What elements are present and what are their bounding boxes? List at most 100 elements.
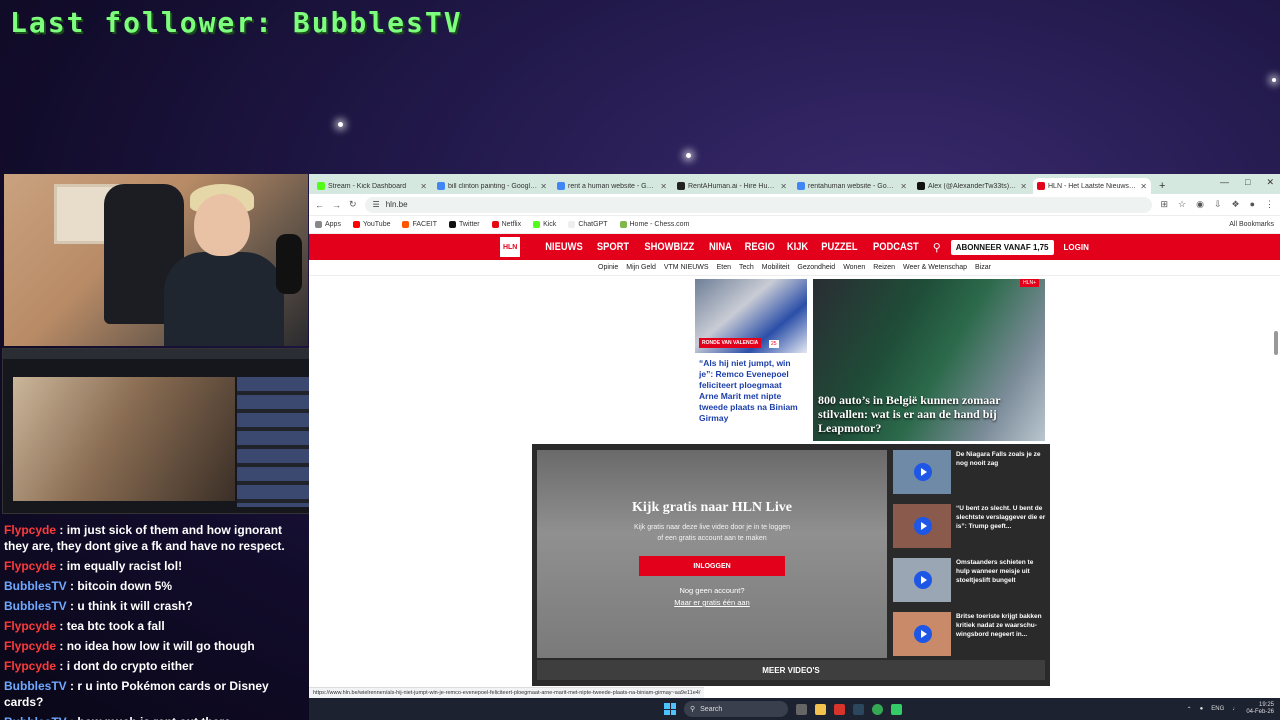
hln-logo[interactable]: HLN	[500, 237, 521, 257]
video-thumbnail[interactable]	[893, 558, 951, 602]
video-list-item[interactable]: “U bent zo slecht. U bent de slechtste v…	[893, 504, 1047, 558]
live-login-button[interactable]: INLOGGEN	[639, 556, 785, 576]
browser-tab[interactable]: HLN - Het Laatste Nieuws - Va ✕	[1033, 178, 1151, 194]
video-title[interactable]: “U bent zo slecht. U bent de slechtste v…	[956, 504, 1047, 558]
register-link[interactable]: Maar er gratis één aan	[537, 598, 887, 607]
language-indicator[interactable]: ENG	[1211, 706, 1224, 712]
bookmark-item[interactable]: Netflix	[491, 221, 521, 228]
search-icon[interactable]: ⚲	[933, 241, 941, 254]
hln-nav-item[interactable]: NIEUWS	[545, 241, 582, 253]
hln-nav-item[interactable]: NINA	[709, 241, 732, 253]
chat-username[interactable]: Flypcyde	[4, 639, 56, 653]
hln-subnav-item[interactable]: Reizen	[873, 264, 895, 271]
close-tab-icon[interactable]: ✕	[1140, 182, 1147, 191]
bookmark-item[interactable]: ChatGPT	[568, 221, 608, 228]
menu-icon[interactable]: ⋮	[1265, 199, 1274, 210]
chat-username[interactable]: BubblesTV	[4, 579, 67, 593]
video-list-item[interactable]: Britse toeriste krijgt bakken kritiek na…	[893, 612, 1047, 666]
video-thumbnail[interactable]	[893, 504, 951, 548]
hln-nav-item[interactable]: REGIO	[744, 241, 774, 253]
hln-subnav-item[interactable]: Wonen	[843, 264, 865, 271]
clock[interactable]: 19:25 04-Feb-26	[1246, 702, 1274, 716]
browser-tab[interactable]: Alex (@AlexanderTw33ts) / X ✕	[913, 178, 1031, 194]
article-card-small[interactable]: RONDE VAN VALENCIA 25 “Als hij niet jump…	[695, 279, 807, 439]
close-tab-icon[interactable]: ✕	[780, 182, 787, 191]
hln-subnav-item[interactable]: Tech	[739, 264, 754, 271]
chat-username[interactable]: Flypcyde	[4, 659, 56, 673]
browser-tab[interactable]: bill clinton painting - Google Se ✕	[433, 178, 551, 194]
login-button[interactable]: LOGIN	[1064, 243, 1089, 252]
bookmark-star-icon[interactable]: ☆	[1178, 199, 1186, 210]
video-thumbnail[interactable]	[893, 450, 951, 494]
more-videos-button[interactable]: MEER VIDEO'S	[537, 660, 1045, 680]
chat-username[interactable]: BubblesTV	[4, 715, 67, 720]
volume-icon[interactable]: ♩	[1232, 706, 1238, 712]
play-icon[interactable]	[914, 625, 932, 643]
maximize-icon[interactable]: □	[1245, 177, 1250, 188]
chat-username[interactable]: BubblesTV	[4, 679, 67, 693]
profile-icon[interactable]: ●	[1250, 199, 1255, 210]
video-title[interactable]: Omstaanders schieten te hulp wanneer mei…	[956, 558, 1047, 612]
hln-subnav-item[interactable]: Gezondheid	[797, 264, 835, 271]
video-title[interactable]: Britse toeriste krijgt bakken kritiek na…	[956, 612, 1047, 666]
browser-tab[interactable]: RentAHuman.ai - Hire Humans ✕	[673, 178, 791, 194]
file-explorer-icon[interactable]	[815, 703, 826, 715]
new-tab-button[interactable]: +	[1153, 178, 1171, 194]
hln-subnav-item[interactable]: Eten	[717, 264, 731, 271]
close-tab-icon[interactable]: ✕	[1020, 182, 1027, 191]
play-icon[interactable]	[914, 571, 932, 589]
bookmark-item[interactable]: Kick	[533, 221, 556, 228]
article-card-large[interactable]: HLN+ 800 auto’s in België kunnen zomaar …	[813, 279, 1045, 441]
downloads-icon[interactable]: ⇩	[1214, 199, 1222, 210]
bookmark-item[interactable]: FACEIT	[402, 221, 437, 228]
hln-subnav-item[interactable]: Mijn Geld	[626, 264, 656, 271]
network-icon[interactable]: ●	[1200, 706, 1204, 712]
bookmark-item[interactable]: Home - Chess.com	[619, 221, 689, 228]
chat-username[interactable]: Flypcyde	[4, 559, 56, 573]
hln-nav-item[interactable]: PUZZEL	[821, 241, 857, 253]
url-field[interactable]: ☰ hln.be	[364, 196, 1153, 213]
all-bookmarks-link[interactable]: All Bookmarks	[1229, 221, 1274, 228]
hln-nav-item[interactable]: KIJK	[787, 241, 808, 253]
live-video-player[interactable]: Kijk gratis naar HLN Live Kijk gratis na…	[537, 450, 887, 658]
close-tab-icon[interactable]: ✕	[420, 182, 427, 191]
bookmark-item[interactable]: Apps	[315, 221, 341, 228]
video-list-item[interactable]: Omstaanders schieten te hulp wanneer mei…	[893, 558, 1047, 612]
browser-tab[interactable]: rentahuman website - Google ✕	[793, 178, 911, 194]
close-icon[interactable]: ✕	[1266, 177, 1274, 188]
minimize-icon[interactable]: —	[1220, 177, 1229, 188]
close-tab-icon[interactable]: ✕	[900, 182, 907, 191]
chevron-up-icon[interactable]: ⌃	[1187, 706, 1192, 713]
reload-icon[interactable]: ↻	[349, 199, 357, 210]
hln-subnav-item[interactable]: Bizar	[975, 264, 991, 271]
hln-subnav-item[interactable]: Weer & Wetenschap	[903, 264, 967, 271]
browser-tab[interactable]: Stream - Kick Dashboard ✕	[313, 178, 431, 194]
back-icon[interactable]: ←	[315, 200, 324, 210]
article-title[interactable]: “Als hij niet jumpt, win je”: Remco Even…	[695, 353, 807, 429]
subscribe-button[interactable]: ABONNEER VANAF 1,75	[950, 239, 1054, 255]
hln-subnav-item[interactable]: VTM NIEUWS	[664, 264, 709, 271]
calendar-app-icon[interactable]	[834, 703, 845, 715]
app-icon[interactable]	[891, 703, 902, 715]
browser-tab[interactable]: rent a human website - Google ✕	[553, 178, 671, 194]
steam-icon[interactable]	[853, 703, 864, 715]
bookmark-item[interactable]: YouTube	[352, 221, 390, 228]
chat-username[interactable]: Flypcyde	[4, 619, 56, 633]
chrome-icon[interactable]	[872, 703, 883, 715]
close-tab-icon[interactable]: ✕	[540, 182, 547, 191]
bookmark-item[interactable]: Twitter	[449, 221, 480, 228]
hln-subnav-item[interactable]: Opinie	[598, 264, 618, 271]
forward-icon[interactable]: →	[332, 200, 341, 210]
chat-username[interactable]: BubblesTV	[4, 599, 67, 613]
chat-username[interactable]: Flypcyde	[4, 523, 56, 537]
extension-icon[interactable]: ◉	[1196, 199, 1204, 210]
video-title[interactable]: De Niagara Falls zoals je ze nog nooit z…	[956, 450, 1047, 504]
close-tab-icon[interactable]: ✕	[660, 182, 667, 191]
play-icon[interactable]	[914, 463, 932, 481]
video-thumbnail[interactable]	[893, 612, 951, 656]
hln-nav-item[interactable]: SPORT	[597, 241, 629, 253]
taskbar-search[interactable]: ⚲ Search	[684, 701, 788, 717]
play-icon[interactable]	[914, 517, 932, 535]
puzzle-icon[interactable]: ❖	[1231, 199, 1239, 210]
hln-nav-item[interactable]: PODCAST	[873, 241, 919, 253]
